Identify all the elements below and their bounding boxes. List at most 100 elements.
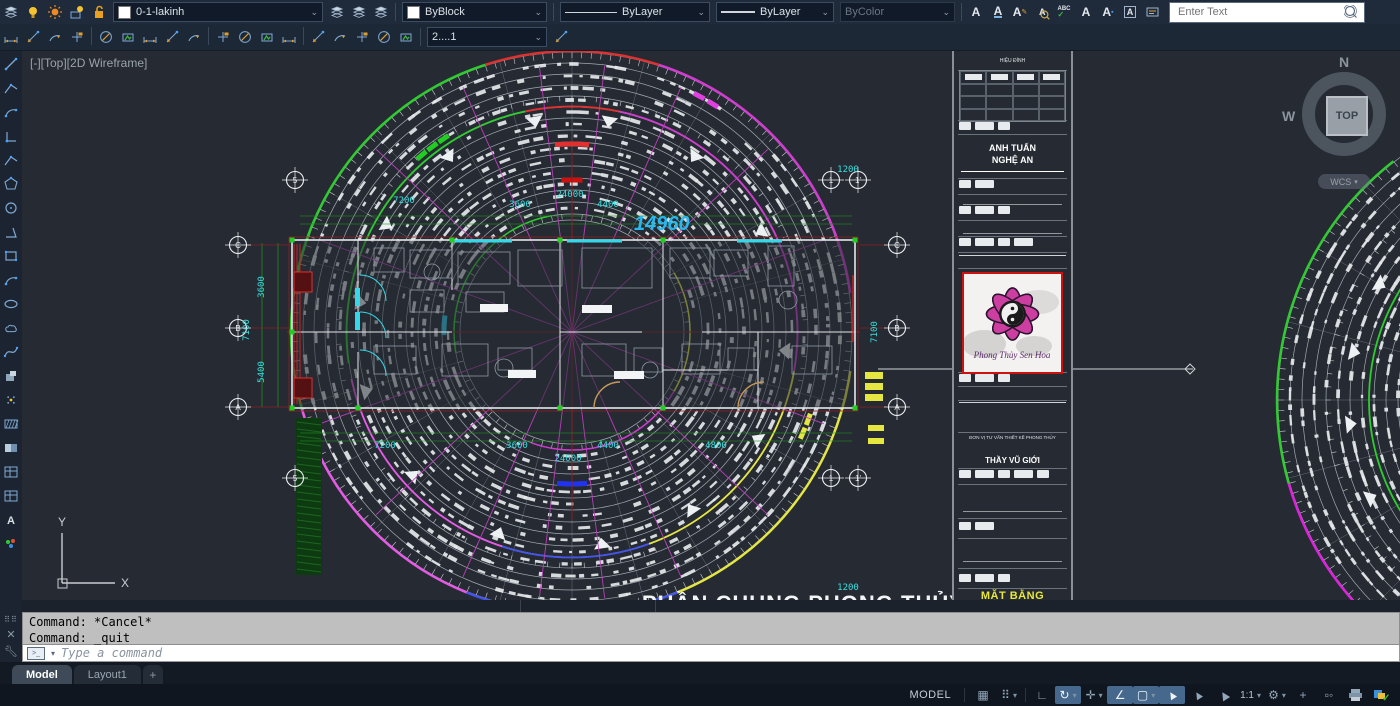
dim-arc-icon[interactable] (44, 27, 66, 47)
command-input-placeholder[interactable]: Type a command (61, 646, 162, 660)
viewcube-top-face[interactable]: TOP (1326, 96, 1368, 136)
find-text-icon[interactable]: A (1031, 2, 1053, 22)
dim-ordinate-icon[interactable] (66, 27, 88, 47)
dim-flash-icon[interactable] (183, 27, 205, 47)
status-selection-cycling[interactable]: ▲ (1159, 686, 1185, 704)
text-style-a-icon[interactable]: A (965, 2, 987, 22)
model-space-indicator[interactable]: MODEL (901, 689, 959, 701)
ellipse-icon[interactable] (0, 292, 22, 316)
model-space-viewport[interactable]: [-][Top][2D Wireframe] CBACBA5511'11'240… (22, 50, 1400, 612)
angle-tool-icon[interactable] (0, 220, 22, 244)
table-icon[interactable] (0, 484, 22, 508)
text-align-icon[interactable] (1141, 2, 1163, 22)
polyline-icon[interactable] (0, 148, 22, 172)
find-text-box[interactable] (1169, 2, 1365, 23)
light-bulb-icon[interactable] (22, 2, 44, 22)
spell-check-icon[interactable]: ABC✓ (1053, 2, 1075, 22)
point-style-icon[interactable] (0, 388, 22, 412)
dim-angular-icon[interactable] (95, 27, 117, 47)
arc-icon[interactable] (0, 100, 22, 124)
status-snap-mode[interactable]: ⠿▾ (996, 686, 1022, 704)
chevron-down-icon[interactable]: ▾ (51, 649, 55, 658)
status-plot[interactable] (1342, 686, 1368, 704)
dim-edit-icon[interactable] (329, 27, 351, 47)
line-icon[interactable] (0, 52, 22, 76)
status-annotation-scale[interactable]: 1:1▾ (1237, 686, 1264, 704)
dim-linear-icon[interactable] (0, 27, 22, 47)
lineweight-dropdown[interactable]: ByLayer ⌄ (716, 2, 834, 22)
dim-refresh-icon[interactable] (395, 27, 417, 47)
dim-style-edit-icon[interactable] (550, 27, 572, 47)
viewport-bottom-strip (22, 600, 1400, 612)
dim-update-icon[interactable] (307, 27, 329, 47)
text-underline-a-icon[interactable]: A (987, 2, 1009, 22)
new-layout-button[interactable]: + (143, 665, 163, 684)
command-window[interactable]: Command: *Cancel* Command: _quit >_ ▾ Ty… (22, 612, 1400, 662)
revcloud-icon[interactable] (0, 316, 22, 340)
text-edit-a-icon[interactable]: A✎︎ (1009, 2, 1031, 22)
polygon-icon[interactable] (0, 172, 22, 196)
circle-icon[interactable] (0, 196, 22, 220)
dim-spacing-icon[interactable] (256, 27, 278, 47)
dim-break-icon[interactable] (278, 27, 300, 47)
tab-layout1[interactable]: Layout1 (74, 665, 141, 684)
status-polar-tracking[interactable]: ↻▾ (1055, 686, 1081, 704)
dim-text-edit-icon[interactable] (373, 27, 395, 47)
status-object-snap[interactable]: ▢▾ (1133, 686, 1159, 704)
layer-stack-1-icon[interactable] (326, 2, 348, 22)
status-graphics-performance[interactable]: ✓ (1368, 686, 1394, 704)
dim-center-icon[interactable] (351, 27, 373, 47)
viewcube[interactable]: N W TOP WCS ▾ (1284, 56, 1400, 206)
drag-grip-icon[interactable]: ⠿⠿ (4, 615, 18, 624)
status-autosnap-marker[interactable]: ▲ (1185, 686, 1211, 704)
status-object-snap-tracking[interactable]: ∠ (1107, 686, 1133, 704)
status-cursor-badge[interactable]: ▲ (1211, 686, 1237, 704)
spline-icon[interactable] (0, 340, 22, 364)
status-customization[interactable]: ⚙▾ (1264, 686, 1290, 704)
unlock-icon[interactable] (88, 2, 110, 22)
block-insert-icon[interactable] (0, 364, 22, 388)
dim-aligned-icon[interactable] (22, 27, 44, 47)
donut-icon[interactable] (0, 460, 22, 484)
layer-stack-3-icon[interactable] (370, 2, 392, 22)
ucs-icon[interactable] (0, 124, 22, 148)
layer-freeze-icon[interactable] (66, 2, 88, 22)
viewcube-west[interactable]: W (1282, 108, 1295, 124)
layer-stack-2-icon[interactable] (348, 2, 370, 22)
layer-properties-icon[interactable] (0, 2, 22, 22)
dim-snap-icon[interactable] (117, 27, 139, 47)
viewcube-north[interactable]: N (1339, 54, 1349, 70)
layer-dropdown[interactable]: 0-1-lakinh ⌄ (113, 2, 323, 22)
point-cloud-icon[interactable] (0, 532, 22, 556)
status-grid-display[interactable]: ▦ (970, 686, 996, 704)
color-dropdown[interactable]: ByBlock ⌄ (402, 2, 547, 22)
text-color-a-icon[interactable]: A (1075, 2, 1097, 22)
dim-style-dropdown[interactable]: 2....1 ⌄ (427, 27, 547, 47)
search-icon[interactable] (1344, 5, 1358, 19)
gradient-icon[interactable] (0, 436, 22, 460)
dim-diameter-icon[interactable] (139, 27, 161, 47)
status-ortho-mode[interactable]: ∟ (1029, 686, 1055, 704)
text-icon[interactable]: A (0, 508, 22, 532)
status-crosshair[interactable]: + (1290, 686, 1316, 704)
status-isodraft[interactable]: ✛▾ (1081, 686, 1107, 704)
arc2-icon[interactable] (0, 268, 22, 292)
hatch-icon[interactable] (0, 412, 22, 436)
tab-model[interactable]: Model (12, 665, 72, 684)
wcs-menu[interactable]: WCS ▾ (1318, 174, 1370, 189)
dim-continue-icon[interactable] (234, 27, 256, 47)
dim-baseline-icon[interactable] (212, 27, 234, 47)
text-height-a-icon[interactable]: A▪ (1097, 2, 1119, 22)
find-text-input[interactable] (1176, 5, 1344, 19)
sun-icon[interactable] (44, 2, 66, 22)
rect-icon[interactable] (0, 244, 22, 268)
linetype-dropdown[interactable]: ByLayer ⌄ (560, 2, 710, 22)
close-icon[interactable]: ✕ (6, 628, 15, 641)
command-input-row[interactable]: >_ ▾ Type a command (22, 645, 1400, 662)
customize-wrench-icon[interactable]: 🔧︎ (4, 645, 18, 658)
viewport-controls-label[interactable]: [-][Top][2D Wireframe] (30, 56, 147, 70)
ray-icon[interactable] (0, 76, 22, 100)
status-isolate-objects[interactable]: ▫◦ (1316, 686, 1342, 704)
dim-angle2-icon[interactable] (161, 27, 183, 47)
boxed-text-icon[interactable]: A (1119, 2, 1141, 22)
